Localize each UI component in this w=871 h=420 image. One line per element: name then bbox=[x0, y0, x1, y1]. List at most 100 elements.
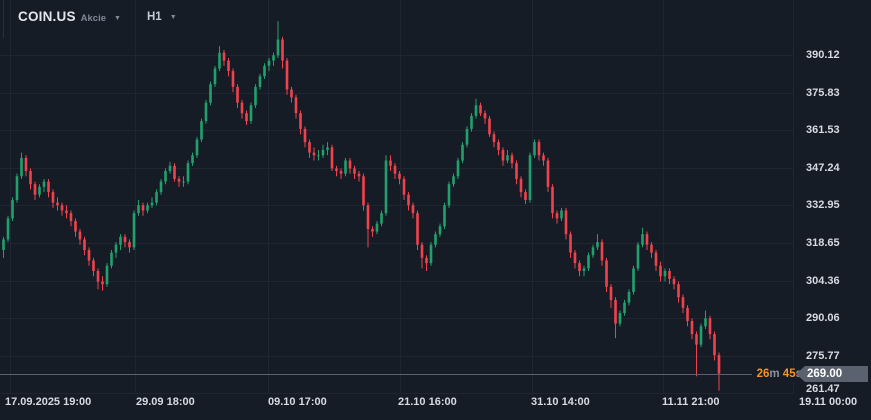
time-axis-label: 17.09.2025 19:00 bbox=[5, 396, 91, 408]
candle-body bbox=[133, 213, 136, 247]
candle-body bbox=[646, 234, 649, 245]
candle-body bbox=[443, 205, 446, 226]
candle-body bbox=[560, 211, 563, 219]
candle-body bbox=[497, 142, 500, 150]
candle-body bbox=[353, 168, 356, 173]
candle-body bbox=[2, 239, 5, 250]
countdown-minutes-unit: m bbox=[769, 368, 779, 380]
candle-body bbox=[250, 105, 253, 121]
candle-body bbox=[227, 61, 230, 72]
candle-body bbox=[29, 171, 32, 184]
candle-body bbox=[614, 300, 617, 324]
candle-body bbox=[137, 205, 140, 213]
interval-selector[interactable]: H1 ▼ bbox=[147, 11, 177, 23]
candle-body bbox=[245, 113, 248, 121]
symbol-name: COIN.US bbox=[18, 9, 76, 24]
time-axis-label: 29.09 18:00 bbox=[136, 396, 195, 408]
price-axis-label: 375.83 bbox=[793, 86, 871, 100]
candle-body bbox=[542, 155, 545, 160]
candle-body bbox=[331, 147, 334, 168]
candle-body bbox=[686, 308, 689, 321]
chevron-down-icon: ▼ bbox=[114, 15, 121, 22]
candle-body bbox=[587, 255, 590, 268]
candle-body bbox=[380, 213, 383, 224]
chevron-down-icon: ▼ bbox=[170, 14, 177, 21]
candle-body bbox=[610, 287, 613, 300]
candle-body bbox=[556, 213, 559, 218]
candle-body bbox=[605, 260, 608, 286]
candle-body bbox=[146, 205, 149, 210]
candle-body bbox=[673, 279, 676, 284]
candle-body bbox=[619, 313, 622, 324]
candle-body bbox=[263, 66, 266, 77]
candle-body bbox=[407, 195, 410, 206]
candle-body bbox=[659, 266, 662, 277]
candle-body bbox=[511, 155, 514, 163]
candle-body bbox=[695, 334, 698, 345]
candle-body bbox=[169, 166, 172, 171]
interval-label: H1 bbox=[147, 11, 162, 23]
candle-body bbox=[389, 161, 392, 166]
candle-body bbox=[349, 161, 352, 169]
time-axis-label: 09.10 17:00 bbox=[268, 396, 327, 408]
candle-body bbox=[268, 61, 271, 66]
candle-body bbox=[601, 242, 604, 260]
candle-body bbox=[65, 211, 68, 214]
candle-body bbox=[295, 97, 298, 113]
candle-body bbox=[88, 250, 91, 261]
symbol-selector[interactable]: COIN.US Akcie ▼ bbox=[18, 9, 121, 24]
candle-body bbox=[596, 242, 599, 247]
candle-body bbox=[434, 234, 437, 245]
candle-body bbox=[106, 266, 109, 284]
candle-body bbox=[682, 297, 685, 308]
candle-body bbox=[668, 271, 671, 279]
time-axis-label: 31.10 14:00 bbox=[531, 396, 590, 408]
candle-body bbox=[398, 174, 401, 179]
toolbar-left-divider bbox=[3, 0, 4, 38]
candle-body bbox=[677, 284, 680, 297]
candle-body bbox=[160, 182, 163, 193]
candle-body bbox=[709, 318, 712, 334]
candle-body bbox=[371, 229, 374, 232]
candle-body bbox=[196, 139, 199, 155]
price-axis-label: 347.24 bbox=[793, 161, 871, 175]
candle-body bbox=[448, 184, 451, 205]
candle-body bbox=[466, 129, 469, 145]
candle-body bbox=[425, 258, 428, 263]
candle-body bbox=[479, 105, 482, 113]
candle-body bbox=[457, 161, 460, 177]
candle-body bbox=[650, 245, 653, 253]
candle-body bbox=[322, 150, 325, 155]
candle-body bbox=[178, 179, 181, 182]
candle-body bbox=[277, 40, 280, 56]
candle-body bbox=[182, 182, 185, 183]
candle-body bbox=[187, 163, 190, 181]
candle-body bbox=[308, 142, 311, 153]
candlestick-chart[interactable] bbox=[0, 0, 871, 420]
candle-body bbox=[241, 103, 244, 114]
candle-body bbox=[547, 161, 550, 187]
candle-body bbox=[7, 218, 10, 239]
candle-body bbox=[232, 71, 235, 87]
candle-body bbox=[272, 55, 275, 60]
countdown-seconds: 45 bbox=[783, 368, 796, 380]
candle-body bbox=[403, 179, 406, 195]
candle-body bbox=[578, 263, 581, 271]
candle-body bbox=[524, 192, 527, 200]
candle-body bbox=[286, 61, 289, 90]
candle-body bbox=[421, 245, 424, 258]
candle-body bbox=[209, 84, 212, 102]
candle-body bbox=[488, 118, 491, 134]
candle-body bbox=[655, 253, 658, 266]
candle-body bbox=[38, 187, 41, 195]
candle-body bbox=[128, 242, 131, 247]
candle-body bbox=[376, 224, 379, 232]
candle-body bbox=[124, 237, 127, 242]
price-axis-label: 275.77 bbox=[793, 349, 871, 363]
candle-body bbox=[412, 205, 415, 213]
candle-body bbox=[34, 184, 37, 195]
candle-body bbox=[281, 40, 284, 61]
candle-body bbox=[506, 155, 509, 160]
candle-body bbox=[700, 326, 703, 344]
candle-body bbox=[583, 268, 586, 271]
